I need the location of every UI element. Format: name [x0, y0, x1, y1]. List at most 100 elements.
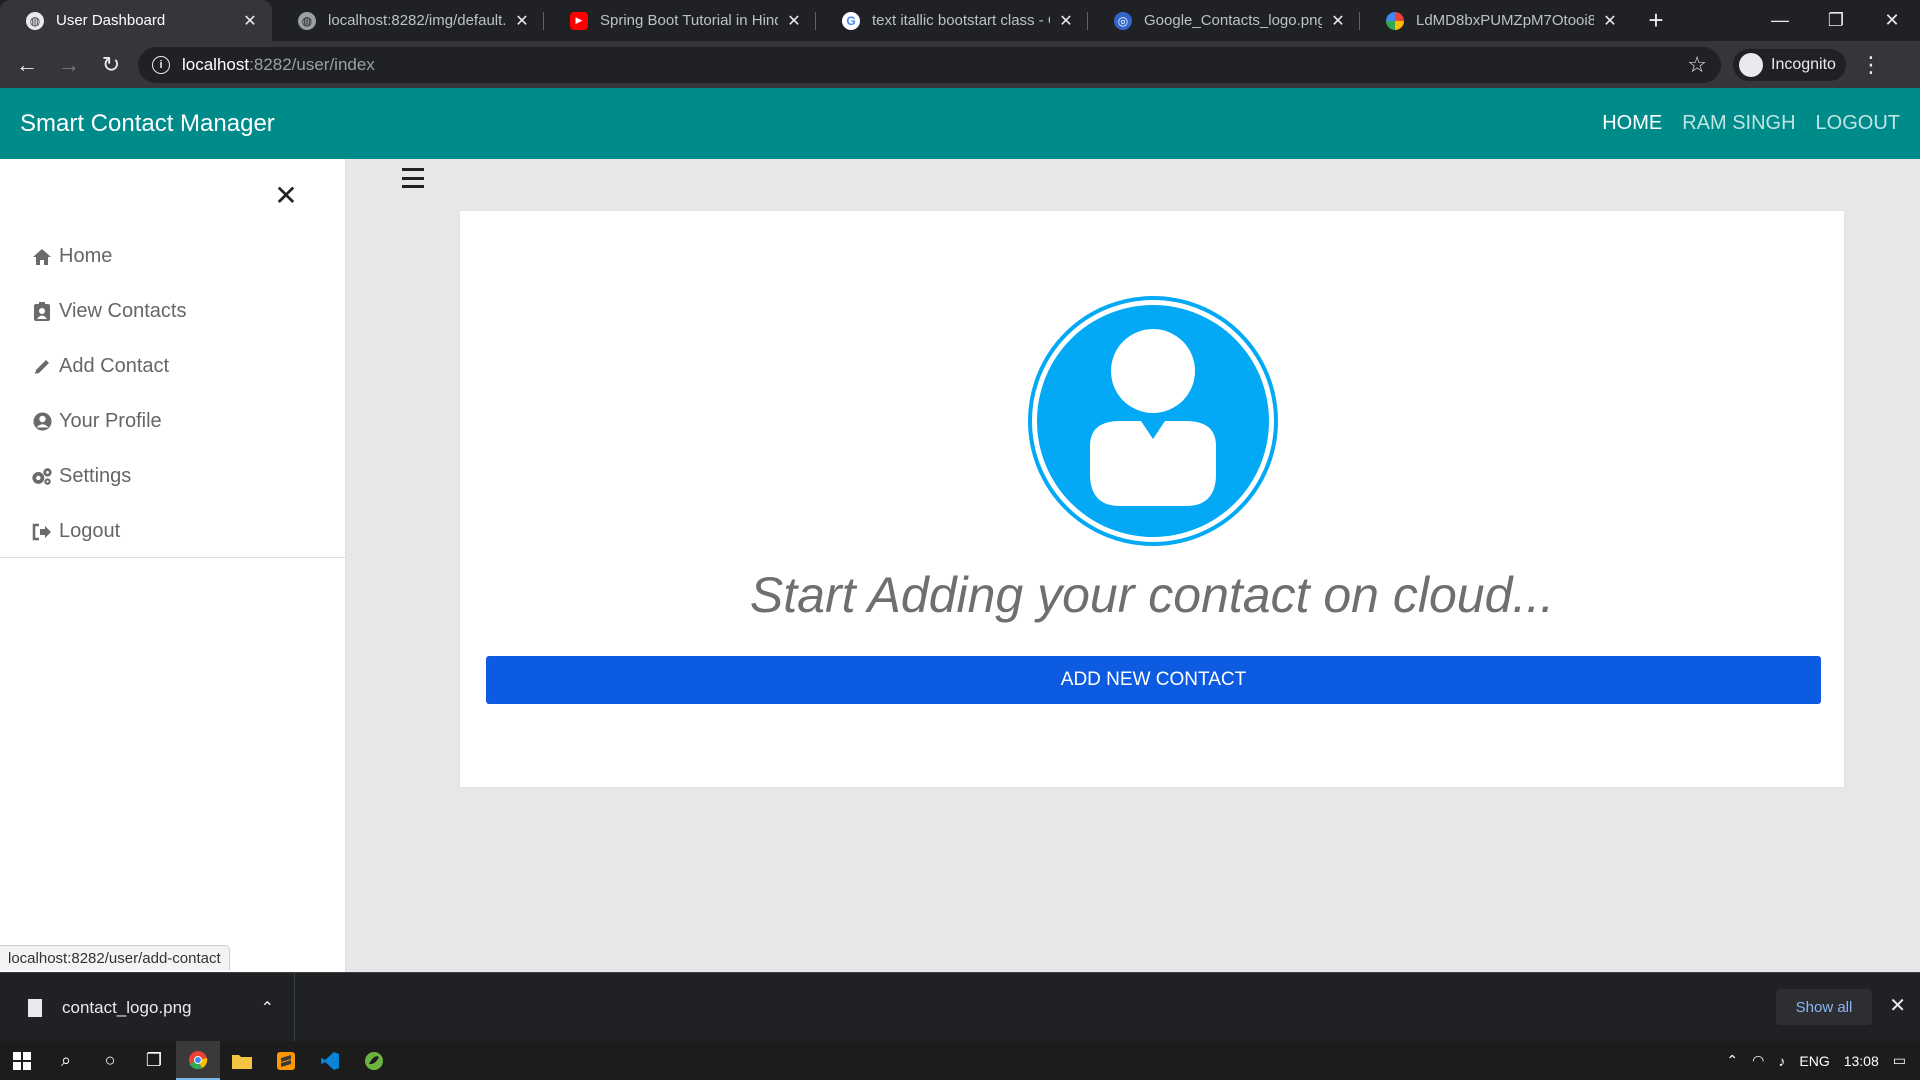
sidebar: ✕ Home View Contacts Add Contact Your Pr…: [0, 159, 346, 972]
reload-icon[interactable]: ↻: [90, 44, 132, 86]
window-controls: — ❐ ✕: [1752, 0, 1920, 41]
download-shelf: contact_logo.png ⌃ Show all ✕: [0, 972, 1920, 1042]
tab-google-search[interactable]: G text itallic bootstart class - G ✕: [816, 0, 1088, 41]
close-icon[interactable]: ✕: [1600, 11, 1620, 31]
tab-user-dashboard[interactable]: ◍ User Dashboard ✕: [0, 0, 272, 41]
tab-image-file[interactable]: LdMD8bxPUMZpM7Otooi8T ✕: [1360, 0, 1632, 41]
tab-default-image[interactable]: ◍ localhost:8282/img/default.p ✕: [272, 0, 544, 41]
globe-icon: ◍: [298, 11, 316, 30]
sidebar-menu: Home View Contacts Add Contact Your Prof…: [0, 229, 346, 559]
nav-user-link[interactable]: RAM SINGH: [1682, 112, 1795, 135]
sidebar-item-label: Add Contact: [59, 355, 170, 377]
youtube-icon: ▶: [570, 11, 588, 30]
task-view-icon[interactable]: ❐: [132, 1041, 176, 1080]
incognito-label: Incognito: [1771, 55, 1836, 73]
sign-out-icon: [31, 522, 53, 542]
file-icon: [28, 998, 42, 1017]
sidebar-item-home[interactable]: Home: [0, 229, 346, 284]
browser-toolbar: ← → ↻ i localhost:8282/user/index ☆ Inco…: [0, 41, 1920, 88]
app-navbar: Smart Contact Manager HOME RAM SINGH LOG…: [0, 88, 1920, 159]
incognito-icon: [1739, 52, 1763, 77]
sidebar-item-label: Settings: [59, 465, 132, 487]
close-icon[interactable]: ✕: [1889, 993, 1906, 1018]
volume-icon[interactable]: ♪: [1778, 1053, 1785, 1069]
forward-icon[interactable]: →: [48, 44, 90, 86]
contact-avatar-icon: [1028, 296, 1278, 546]
sidebar-item-label: View Contacts: [59, 300, 187, 322]
hamburger-menu-icon[interactable]: [402, 168, 424, 188]
download-item[interactable]: contact_logo.png ⌃: [0, 973, 295, 1042]
window-close-icon[interactable]: ✕: [1864, 0, 1920, 41]
vscode-icon[interactable]: [308, 1041, 352, 1080]
wifi-icon[interactable]: ◠: [1752, 1052, 1764, 1069]
pinwheel-icon: [1386, 11, 1404, 30]
new-tab-button[interactable]: +: [1636, 0, 1676, 41]
empty-state-tagline: Start Adding your contact on cloud...: [749, 567, 1555, 623]
tab-title: Google_Contacts_logo.png (: [1144, 12, 1322, 29]
wikimedia-icon: ◎: [1114, 11, 1132, 30]
tab-google-contacts-logo[interactable]: ◎ Google_Contacts_logo.png ( ✕: [1088, 0, 1360, 41]
notifications-icon[interactable]: ▭: [1893, 1052, 1906, 1069]
site-info-icon[interactable]: i: [152, 55, 170, 74]
more-menu-icon[interactable]: ⋮: [1860, 52, 1882, 78]
close-icon[interactable]: ✕: [1056, 11, 1076, 31]
chevron-up-icon[interactable]: ⌃: [1726, 1052, 1738, 1069]
incognito-badge[interactable]: Incognito: [1733, 48, 1846, 81]
tab-spring-boot-tutorial[interactable]: ▶ Spring Boot Tutorial in Hindi ✕: [544, 0, 816, 41]
dashboard-card: Start Adding your contact on cloud... AD…: [459, 210, 1845, 788]
show-all-button[interactable]: Show all: [1776, 989, 1872, 1025]
system-tray: ⌃ ◠ ♪ ENG 13:08 ▭: [1726, 1052, 1920, 1069]
sidebar-item-label: Logout: [59, 520, 121, 542]
sidebar-item-add-contact[interactable]: Add Contact: [0, 339, 346, 394]
address-book-icon: [31, 301, 53, 322]
file-explorer-icon[interactable]: [220, 1041, 264, 1080]
url-text: localhost:8282/user/index: [182, 54, 375, 74]
sidebar-divider: [0, 557, 346, 558]
browser-tab-strip: ◍ User Dashboard ✕ ◍ localhost:8282/img/…: [0, 0, 1920, 41]
tab-title: text itallic bootstart class - G: [872, 12, 1050, 29]
sidebar-item-your-profile[interactable]: Your Profile: [0, 394, 346, 449]
close-icon[interactable]: ✕: [240, 11, 260, 31]
navbar-links: HOME RAM SINGH LOGOUT: [1602, 112, 1900, 135]
sidebar-item-label: Home: [59, 245, 113, 267]
chevron-up-icon[interactable]: ⌃: [261, 998, 274, 1018]
download-file-name: contact_logo.png: [62, 997, 192, 1017]
restore-icon[interactable]: ❐: [1808, 0, 1864, 41]
minimize-icon[interactable]: —: [1752, 0, 1808, 41]
clock[interactable]: 13:08: [1844, 1053, 1879, 1069]
close-icon[interactable]: ✕: [512, 11, 532, 31]
close-icon[interactable]: ✕: [1328, 11, 1348, 31]
windows-start-icon[interactable]: [0, 1041, 44, 1080]
sidebar-item-view-contacts[interactable]: View Contacts: [0, 284, 346, 339]
sidebar-close-icon[interactable]: ✕: [272, 180, 300, 211]
pencil-icon: [31, 357, 53, 377]
search-icon[interactable]: ⌕: [44, 1041, 88, 1080]
tab-title: User Dashboard: [56, 12, 166, 29]
tab-title: Spring Boot Tutorial in Hindi: [600, 12, 778, 29]
user-circle-icon: [31, 412, 53, 432]
back-icon[interactable]: ←: [6, 44, 48, 86]
language-indicator[interactable]: ENG: [1799, 1053, 1829, 1069]
bookmark-star-icon[interactable]: ☆: [1687, 52, 1707, 78]
brand-title[interactable]: Smart Contact Manager: [20, 110, 275, 138]
address-bar[interactable]: i localhost:8282/user/index ☆: [138, 46, 1721, 83]
tab-title: localhost:8282/img/default.p: [328, 12, 506, 29]
nav-logout-link[interactable]: LOGOUT: [1816, 112, 1900, 135]
spring-tool-suite-icon[interactable]: [352, 1041, 396, 1080]
nav-home-link[interactable]: HOME: [1602, 112, 1662, 135]
home-icon: [31, 247, 53, 267]
sidebar-item-logout[interactable]: Logout: [0, 504, 346, 559]
sidebar-item-settings[interactable]: Settings: [0, 449, 346, 504]
chrome-icon[interactable]: [176, 1041, 220, 1080]
globe-icon: ◍: [26, 11, 44, 30]
sidebar-item-label: Your Profile: [59, 410, 162, 432]
cortana-icon[interactable]: ○: [88, 1041, 132, 1080]
close-icon[interactable]: ✕: [784, 11, 804, 31]
status-url-bubble: localhost:8282/user/add-contact: [0, 945, 230, 970]
sublime-text-icon[interactable]: [264, 1041, 308, 1080]
tab-title: LdMD8bxPUMZpM7Otooi8T: [1416, 12, 1594, 29]
add-new-contact-button[interactable]: ADD NEW CONTACT: [486, 656, 1821, 704]
google-icon: G: [842, 11, 860, 30]
gears-icon: [31, 467, 53, 487]
windows-taskbar: ⌕ ○ ❐ ⌃ ◠ ♪ ENG 13:08 ▭: [0, 1041, 1920, 1080]
